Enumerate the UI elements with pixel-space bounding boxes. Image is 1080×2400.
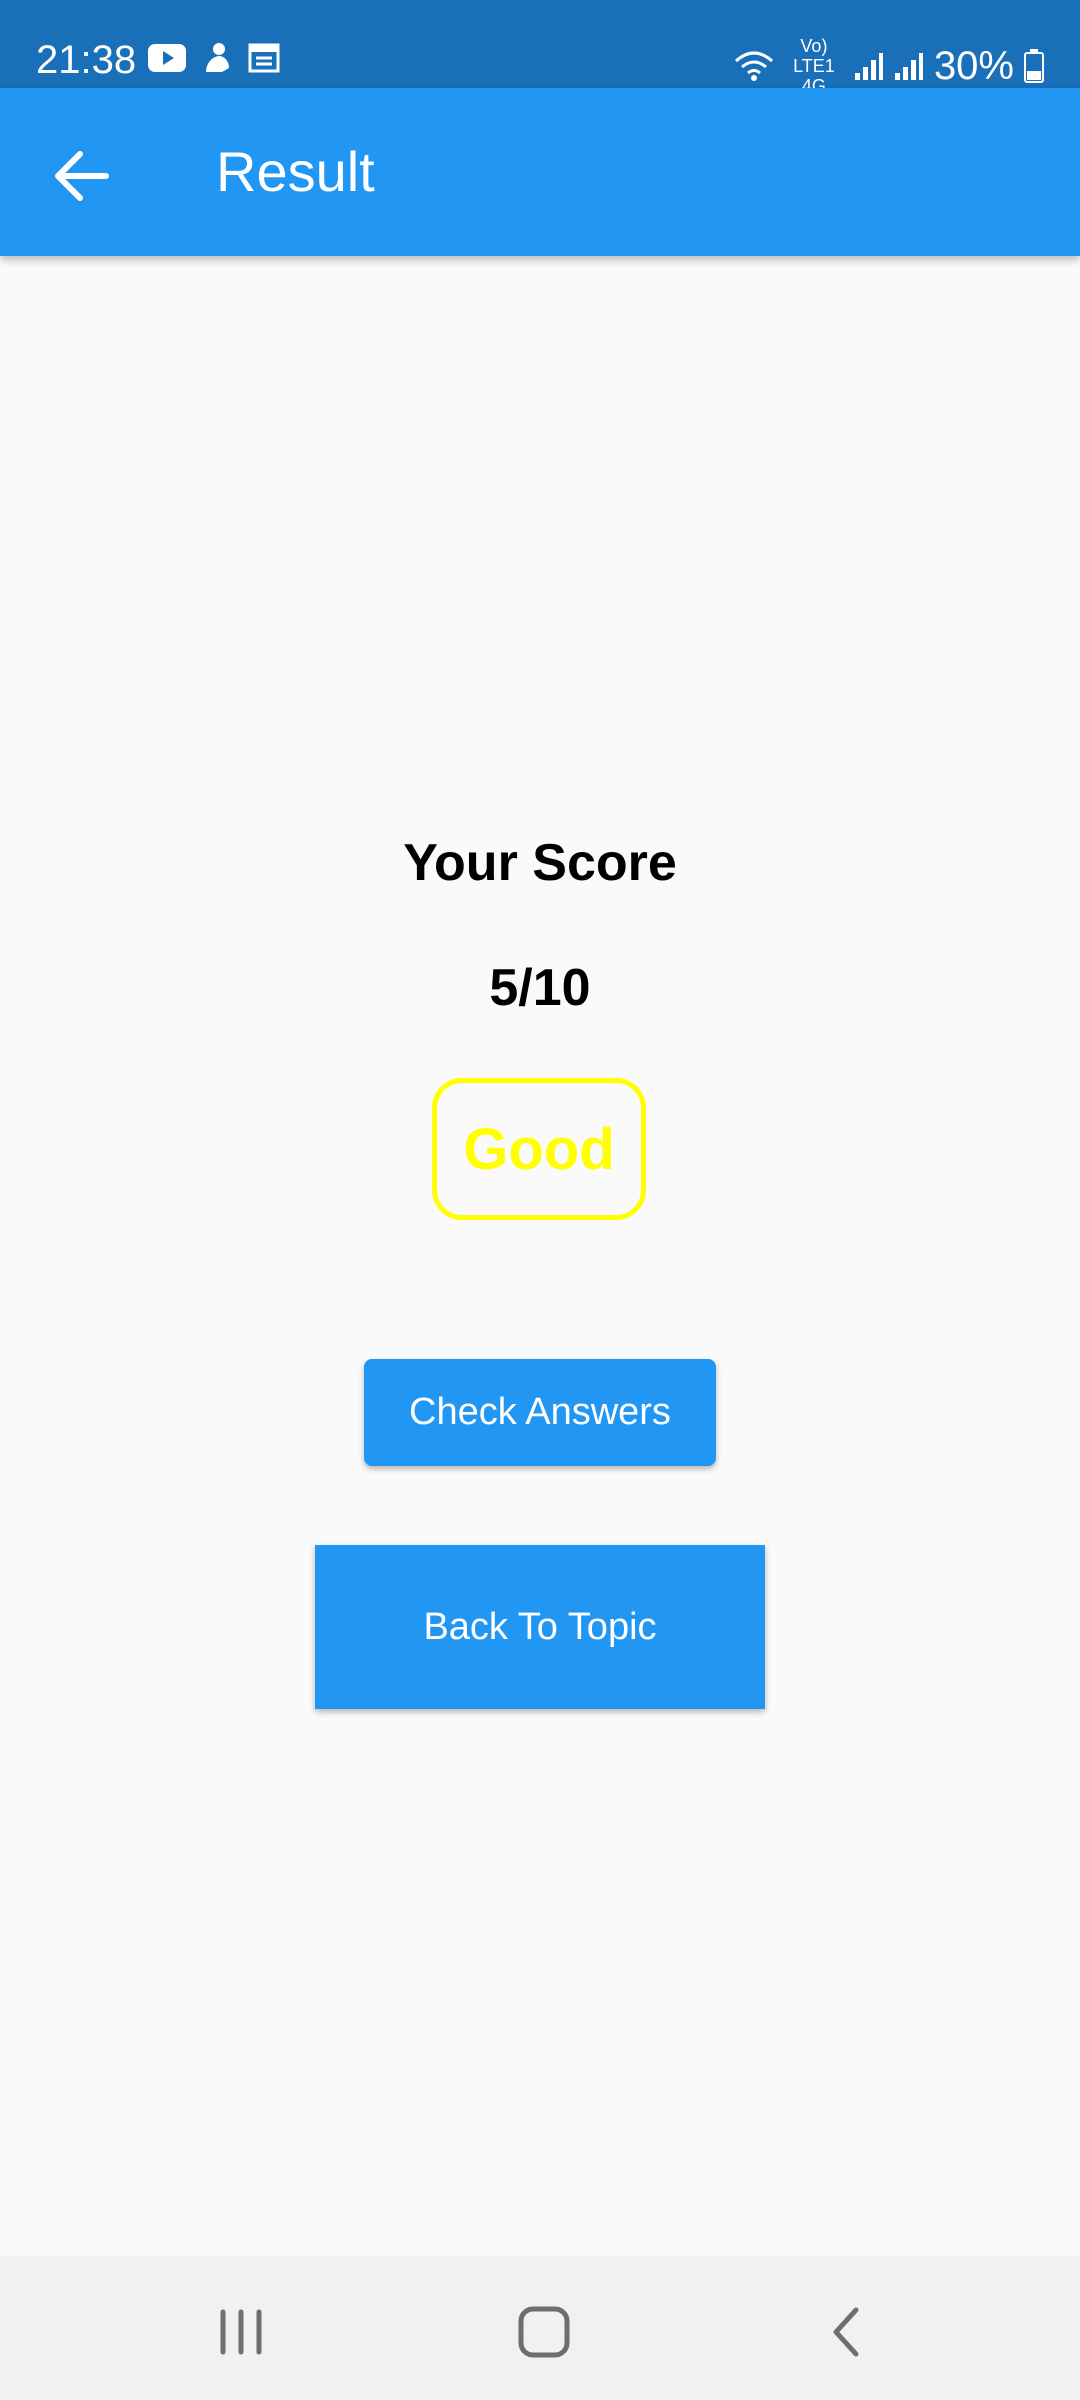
page-title: Result (216, 140, 375, 203)
status-notification-icons (148, 42, 280, 74)
status-system-icons: Vo) LTE1 4G 30% (734, 36, 1044, 96)
battery-percentage: 30% (933, 44, 1014, 88)
back-to-topic-button[interactable]: Back To Topic (315, 1545, 765, 1709)
status-bar: 21:38 Vo) LTE1 4G 30% (0, 0, 1080, 96)
grade-badge: Good (432, 1078, 646, 1220)
app-icon (206, 43, 229, 72)
arrow-left-icon (55, 151, 109, 201)
signal-icon (854, 53, 883, 80)
home-icon (518, 2306, 570, 2358)
check-answers-button[interactable]: Check Answers (364, 1359, 716, 1466)
battery-icon (1024, 49, 1044, 83)
score-heading: Your Score (403, 834, 677, 892)
recents-icon (220, 2309, 262, 2355)
app-bar: Result (0, 88, 1080, 256)
score-value: 5/10 (489, 959, 591, 1017)
back-icon (833, 2307, 859, 2357)
status-time: 21:38 (36, 38, 137, 82)
youtube-icon (148, 44, 186, 72)
calendar-icon (248, 43, 280, 73)
back-button[interactable] (46, 140, 118, 212)
signal-icon (894, 53, 923, 80)
wifi-icon (734, 51, 773, 81)
network-type-label: Vo) LTE1 4G (793, 36, 835, 96)
nav-back-button[interactable] (796, 2296, 896, 2368)
home-button[interactable] (494, 2296, 594, 2368)
system-nav-bar (0, 2256, 1080, 2400)
recents-button[interactable] (192, 2296, 292, 2368)
